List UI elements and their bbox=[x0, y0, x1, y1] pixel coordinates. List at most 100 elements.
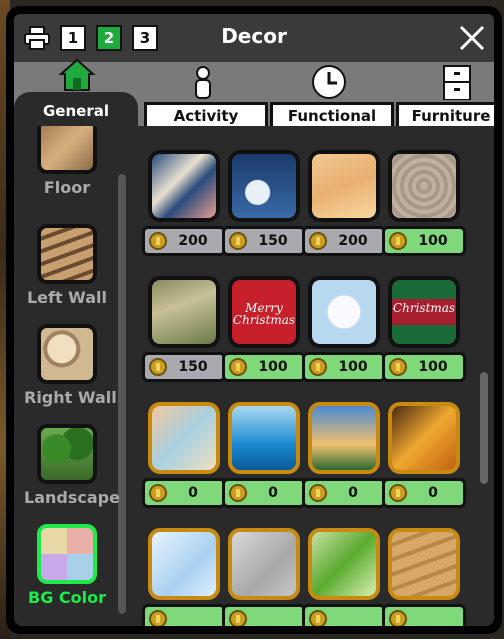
price-tag: 100 bbox=[382, 352, 466, 382]
item-thumbnail-text: Christmas bbox=[392, 301, 456, 315]
price-value: 100 bbox=[338, 359, 368, 375]
price-value: 100 bbox=[418, 359, 448, 375]
sidebar-item-label: Left Wall bbox=[26, 288, 108, 307]
clock-icon bbox=[312, 65, 346, 99]
decor-item[interactable] bbox=[222, 528, 306, 626]
decor-item[interactable]: 200 bbox=[302, 150, 386, 262]
sidebar-item-landscape[interactable]: Landscape bbox=[24, 424, 120, 507]
coin-icon bbox=[229, 232, 247, 250]
price-value: 0 bbox=[428, 485, 438, 501]
price-value: 100 bbox=[258, 359, 288, 375]
item-thumbnail bbox=[228, 402, 300, 474]
item-thumbnail: Christmas bbox=[388, 276, 460, 348]
coin-icon bbox=[389, 232, 407, 250]
decor-item[interactable]: 100 bbox=[302, 276, 386, 388]
coin-icon bbox=[229, 610, 247, 626]
sidebar-item-label: Floor bbox=[43, 178, 91, 197]
price-tag bbox=[382, 604, 466, 626]
coin-icon bbox=[229, 358, 247, 376]
price-tag: 0 bbox=[382, 478, 466, 508]
item-thumbnail bbox=[388, 150, 460, 222]
decor-item[interactable] bbox=[302, 528, 386, 626]
price-tag: 0 bbox=[222, 478, 306, 508]
cabinet-icon bbox=[443, 65, 471, 100]
price-value: 0 bbox=[188, 485, 198, 501]
item-thumbnail-text: Merry Christmas bbox=[232, 301, 296, 327]
decor-item[interactable]: 150 bbox=[142, 276, 226, 388]
sidebar-item-label: Right Wall bbox=[24, 388, 117, 407]
price-tag: 100 bbox=[302, 352, 386, 382]
sidebar-scrollbar[interactable] bbox=[118, 174, 126, 614]
price-tag: 150 bbox=[222, 226, 306, 256]
price-tag: 0 bbox=[142, 478, 226, 508]
decor-item[interactable] bbox=[142, 528, 226, 626]
decor-item[interactable]: 0 bbox=[302, 402, 386, 514]
coin-icon bbox=[149, 358, 167, 376]
coin-icon bbox=[309, 610, 327, 626]
coin-icon bbox=[229, 484, 247, 502]
decor-item[interactable]: 100 bbox=[382, 150, 466, 262]
item-thumbnail bbox=[148, 528, 220, 600]
coin-icon bbox=[389, 610, 407, 626]
decor-item[interactable]: 0 bbox=[382, 402, 466, 514]
price-value: 0 bbox=[268, 485, 278, 501]
decor-item[interactable]: Christmas 100 bbox=[382, 276, 466, 388]
item-thumbnail bbox=[308, 528, 380, 600]
item-thumbnail bbox=[308, 150, 380, 222]
item-thumbnail bbox=[148, 276, 220, 348]
price-value: 100 bbox=[418, 233, 448, 249]
tab-general-label: General bbox=[43, 102, 109, 120]
bg-color-icon bbox=[37, 524, 97, 584]
price-tag: 100 bbox=[382, 226, 466, 256]
decor-item[interactable]: 0 bbox=[142, 402, 226, 514]
left-wall-icon bbox=[37, 224, 97, 284]
item-thumbnail bbox=[388, 402, 460, 474]
sidebar-item-label: BG Color bbox=[28, 588, 106, 607]
item-thumbnail bbox=[308, 402, 380, 474]
floor-icon bbox=[37, 126, 97, 174]
decor-item[interactable]: 200 bbox=[142, 150, 226, 262]
title-bar: 1 2 3 Decor bbox=[14, 14, 494, 62]
tab-activity[interactable]: Activity bbox=[144, 102, 268, 128]
tab-functional[interactable]: Functional bbox=[270, 102, 394, 128]
item-thumbnail: Merry Christmas bbox=[228, 276, 300, 348]
sidebar-item-left-wall[interactable]: Left Wall bbox=[27, 224, 107, 307]
item-thumbnail bbox=[148, 150, 220, 222]
coin-icon bbox=[309, 358, 327, 376]
price-tag: 100 bbox=[222, 352, 306, 382]
price-tag: 0 bbox=[302, 478, 386, 508]
price-value: 150 bbox=[178, 359, 208, 375]
person-icon bbox=[195, 66, 211, 99]
coin-icon bbox=[389, 484, 407, 502]
decor-item[interactable]: 150 bbox=[222, 150, 306, 262]
decor-item[interactable]: 0 bbox=[222, 402, 306, 514]
landscape-icon bbox=[37, 424, 97, 484]
right-wall-icon bbox=[37, 324, 97, 384]
close-icon[interactable] bbox=[458, 24, 486, 52]
coin-icon bbox=[389, 358, 407, 376]
coin-icon bbox=[309, 232, 327, 250]
item-thumbnail bbox=[148, 402, 220, 474]
price-value: 200 bbox=[338, 233, 368, 249]
coin-icon bbox=[149, 232, 167, 250]
sidebar-item-label: Landscape bbox=[24, 488, 120, 507]
tab-general[interactable]: General bbox=[14, 58, 138, 128]
decor-item[interactable] bbox=[382, 528, 466, 626]
sidebar-item-bg-color[interactable]: BG Color bbox=[28, 524, 106, 607]
item-thumbnail bbox=[228, 150, 300, 222]
coin-icon bbox=[149, 484, 167, 502]
price-tag: 150 bbox=[142, 352, 226, 382]
grid-scrollbar[interactable] bbox=[480, 372, 488, 484]
price-value: 0 bbox=[348, 485, 358, 501]
content-area: Floor Left Wall Right Wall Landscape BG … bbox=[14, 126, 494, 626]
tab-furniture[interactable]: Furniture bbox=[396, 102, 494, 128]
price-tag bbox=[302, 604, 386, 626]
sidebar-item-floor[interactable]: Floor bbox=[34, 126, 100, 197]
item-thumbnail bbox=[388, 528, 460, 600]
sidebar-item-right-wall[interactable]: Right Wall bbox=[24, 324, 117, 407]
price-tag bbox=[142, 604, 226, 626]
house-icon bbox=[58, 58, 96, 91]
coin-icon bbox=[309, 484, 327, 502]
decor-item[interactable]: Merry Christmas 100 bbox=[222, 276, 306, 388]
window-title: Decor bbox=[221, 24, 287, 48]
